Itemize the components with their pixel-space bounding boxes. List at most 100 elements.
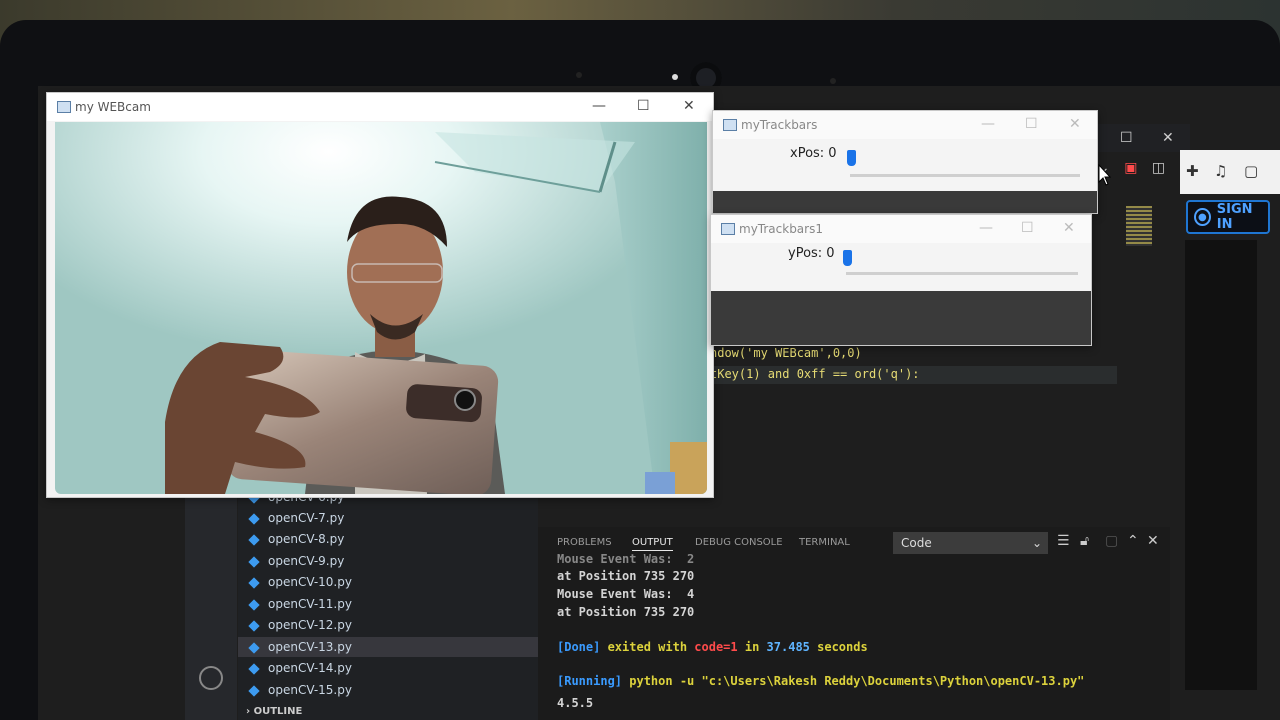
file-item[interactable]: openCV-12.py (248, 615, 352, 635)
browser-page (1185, 240, 1257, 690)
python-file-icon (248, 512, 260, 525)
python-file-icon (248, 576, 260, 589)
output-running-line: [Running] python -u "c:\Users\Rakesh Red… (557, 674, 1084, 688)
maximize-button[interactable]: ☐ (637, 96, 650, 116)
media-icon[interactable]: ♫ (1214, 162, 1227, 180)
trackbar-window-y[interactable]: myTrackbars1 — ☐ ✕ (710, 214, 1092, 346)
tab-icon[interactable]: ▢ (1244, 162, 1258, 180)
output-channel-select[interactable]: Code ⌄ (893, 532, 1048, 554)
output-done-line: [Done] exited with code=1 in 37.485 seco… (557, 640, 868, 654)
webcam-feed (55, 122, 707, 494)
xpos-trackbar[interactable] (850, 174, 1080, 177)
browser-toolbar: ✚ ♫ ▢ (1180, 150, 1280, 194)
exit-code: code=1 (694, 640, 738, 654)
file-item[interactable]: openCV-11.py (248, 594, 352, 614)
tab-output[interactable]: OUTPUT (632, 537, 673, 551)
maximize-button[interactable]: ☐ (1021, 218, 1034, 238)
trackbar-area (713, 139, 1097, 191)
window-title: my WEBcam (75, 100, 151, 114)
output-channel-value: Code (901, 536, 932, 550)
trackbar-window-x[interactable]: myTrackbars — ☐ ✕ (712, 110, 1098, 214)
trackbar-window-titlebar[interactable]: myTrackbars — ☐ ✕ (713, 111, 1097, 139)
python-file-icon (248, 619, 260, 632)
output-line: Mouse Event Was: 2 (557, 552, 695, 566)
minimize-button[interactable]: — (979, 218, 993, 238)
file-label: openCV-13.py (268, 640, 352, 654)
tab-terminal[interactable]: TERMINAL (799, 537, 850, 548)
run-command: python -u "c:\Users\Rakesh Reddy\Documen… (622, 674, 1085, 688)
vscode-titlebar: ☐ ✕ (1090, 124, 1190, 152)
camera-led (672, 74, 678, 80)
file-label: openCV-12.py (268, 618, 352, 632)
file-label: openCV-10.py (268, 575, 352, 589)
webcam-window-titlebar[interactable]: my WEBcam — ☐ ✕ (47, 93, 713, 121)
user-icon: ● (1194, 208, 1211, 226)
maximize-panel-icon[interactable]: ▢ (1105, 533, 1118, 549)
trackbar-window-titlebar[interactable]: myTrackbars1 — ☐ ✕ (711, 215, 1091, 243)
python-file-icon (248, 555, 260, 568)
xpos-slider-thumb[interactable] (847, 150, 856, 166)
output-line: at Position 735 270 (557, 605, 695, 619)
file-label: openCV-8.py (268, 532, 345, 546)
elapsed-seconds: 37.485 (766, 640, 810, 654)
close-panel-icon[interactable]: ✕ (1147, 533, 1159, 549)
extensions-icon[interactable]: ✚ (1186, 162, 1199, 180)
file-item[interactable]: openCV-14.py (248, 658, 352, 678)
close-button[interactable]: ✕ (683, 96, 695, 116)
file-item[interactable]: openCV-8.py (248, 529, 345, 549)
output-line: at Position 735 270 (557, 569, 695, 583)
file-item[interactable]: openCV-10.py (248, 572, 352, 592)
file-label: openCV-14.py (268, 661, 352, 675)
done-unit: seconds (809, 640, 868, 654)
minimap[interactable] (1126, 206, 1152, 246)
done-text: exited with (600, 640, 695, 654)
lock-scroll-icon[interactable]: 🔓︎ (1080, 533, 1089, 549)
account-icon[interactable] (199, 666, 223, 690)
close-icon[interactable]: ✕ (1162, 124, 1174, 152)
tab-problems[interactable]: PROBLEMS (557, 537, 612, 548)
signin-button[interactable]: ● SIGN IN (1186, 200, 1270, 234)
outline-section[interactable]: › OUTLINE (246, 706, 302, 717)
chevron-up-icon[interactable]: ⌃ (1127, 533, 1139, 549)
trackbar-window-body (713, 191, 1097, 213)
file-item[interactable]: openCV-15.py (248, 680, 352, 700)
webcam-image (55, 122, 707, 494)
close-button[interactable]: ✕ (1063, 218, 1075, 238)
python-file-icon (248, 662, 260, 675)
python-file-icon (248, 598, 260, 611)
file-item[interactable]: openCV-7.py (248, 508, 345, 528)
app-icon (723, 119, 737, 131)
close-button[interactable]: ✕ (1069, 114, 1081, 134)
python-file-icon (248, 641, 260, 654)
file-label: openCV-7.py (268, 511, 345, 525)
file-label: openCV-15.py (268, 683, 352, 697)
tab-debug-console[interactable]: DEBUG CONSOLE (695, 537, 783, 548)
done-in: in (737, 640, 767, 654)
maximize-button[interactable]: ☐ (1025, 114, 1038, 134)
app-icon (57, 101, 71, 113)
stop-icon[interactable]: ▣ (1124, 160, 1137, 176)
app-icon (721, 223, 735, 235)
split-editor-icon[interactable]: ◫ (1152, 160, 1165, 176)
ypos-label: yPos: 0 (788, 246, 835, 261)
file-item-active[interactable]: openCV-13.py (238, 637, 550, 657)
ypos-trackbar[interactable] (846, 272, 1078, 275)
minimize-button[interactable]: — (592, 96, 606, 116)
done-tag: [Done] (557, 640, 601, 654)
signin-label: SIGN IN (1216, 202, 1253, 232)
file-label: openCV-11.py (268, 597, 352, 611)
maximize-icon[interactable]: ☐ (1120, 124, 1133, 152)
code-line-1: ndow('my WEBcam',0,0) (710, 346, 862, 360)
outline-label: OUTLINE (253, 706, 303, 717)
minimize-button[interactable]: — (981, 114, 995, 134)
output-version: 4.5.5 (557, 696, 594, 710)
window-title: myTrackbars1 (739, 222, 823, 236)
sensor-dot (576, 72, 582, 78)
file-label: openCV-9.py (268, 554, 345, 568)
ypos-slider-thumb[interactable] (843, 250, 852, 266)
file-item[interactable]: openCV-9.py (248, 551, 345, 571)
clear-output-icon[interactable]: ☰ (1057, 533, 1070, 549)
xpos-label: xPos: 0 (790, 146, 837, 161)
output-line: Mouse Event Was: 4 (557, 587, 695, 601)
window-title: myTrackbars (741, 118, 818, 132)
